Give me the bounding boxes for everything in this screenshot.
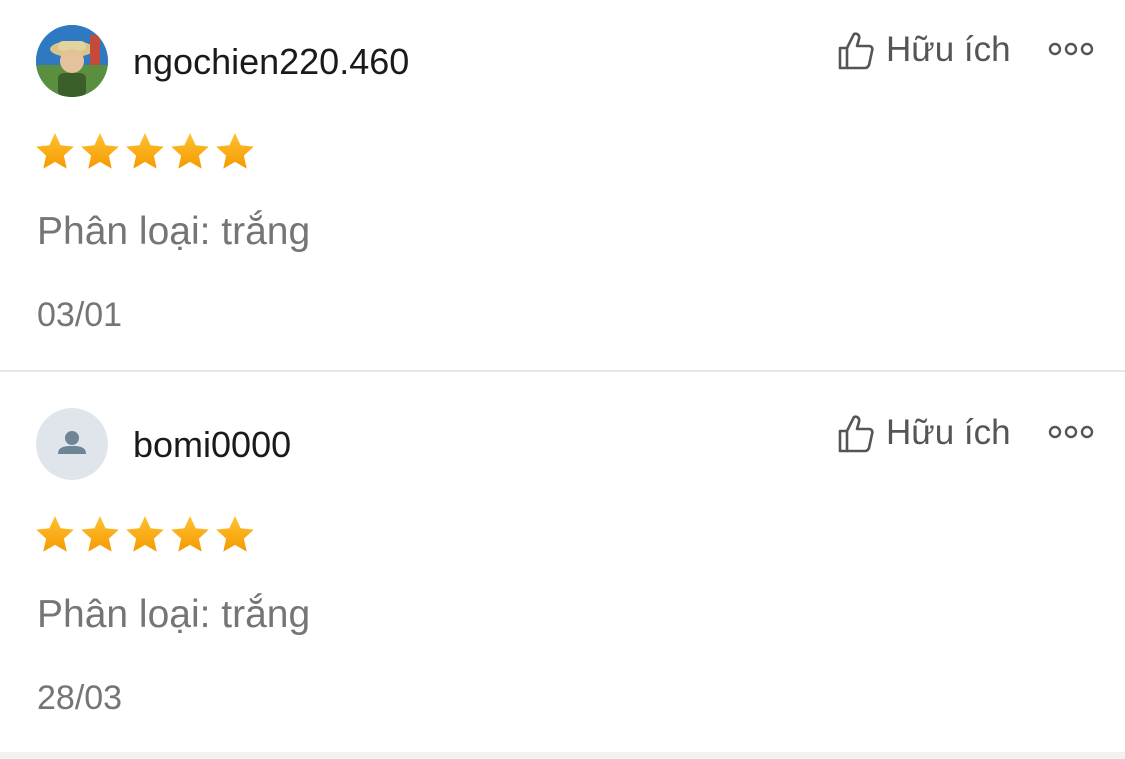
review-date: 03/01 — [37, 296, 123, 334]
star-icon — [81, 133, 119, 169]
more-options-icon[interactable] — [1046, 34, 1096, 64]
helpful-button[interactable]: Hữu ích — [838, 411, 1011, 455]
star-icon — [126, 133, 164, 169]
rating-stars — [34, 131, 259, 173]
user-photo-icon — [36, 25, 108, 97]
review-item: bomi0000 Hữu ích Phân loại: trắng 28/03 — [0, 383, 1125, 754]
review-date: 28/03 — [37, 679, 123, 717]
more-options-icon[interactable] — [1046, 417, 1096, 447]
star-icon — [81, 516, 119, 552]
divider — [0, 370, 1125, 372]
product-variation: Phân loại: trắng — [37, 210, 311, 253]
star-icon — [216, 516, 254, 552]
review-list: ngochien220.460 Hữu ích Phân loại: trắng… — [0, 0, 1125, 759]
default-user-icon — [58, 431, 86, 454]
star-icon — [171, 516, 209, 552]
star-icon — [36, 516, 74, 552]
review-item: ngochien220.460 Hữu ích Phân loại: trắng… — [0, 0, 1125, 372]
star-icon — [126, 516, 164, 552]
helpful-button[interactable]: Hữu ích — [838, 28, 1011, 72]
product-variation: Phân loại: trắng — [37, 593, 311, 636]
thumbs-up-icon — [838, 415, 874, 453]
star-icon — [171, 133, 209, 169]
avatar[interactable] — [36, 408, 108, 480]
rating-stars — [34, 514, 259, 556]
thumbs-up-icon — [838, 32, 874, 70]
star-icon — [216, 133, 254, 169]
helpful-label: Hữu ích — [886, 30, 1011, 69]
username[interactable]: ngochien220.460 — [133, 40, 409, 84]
helpful-label: Hữu ích — [886, 413, 1011, 452]
star-icon — [36, 133, 74, 169]
avatar[interactable] — [36, 25, 108, 97]
username[interactable]: bomi0000 — [133, 423, 291, 467]
section-separator — [0, 752, 1125, 759]
